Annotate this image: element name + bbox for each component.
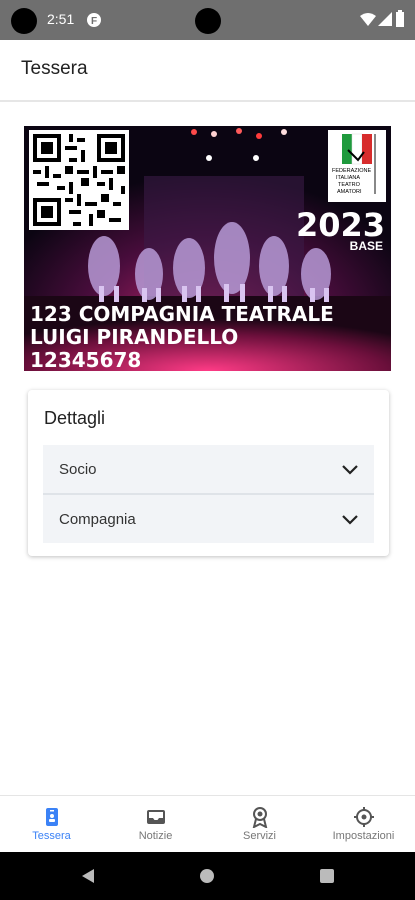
accordion-label: Socio bbox=[59, 461, 97, 478]
home-icon[interactable] bbox=[199, 868, 215, 884]
nav-label: Impostazioni bbox=[332, 830, 395, 842]
details-heading: Dettagli bbox=[44, 408, 106, 428]
badge-icon bbox=[45, 808, 58, 826]
accordion-label: Compagnia bbox=[59, 511, 136, 528]
page-title: Tessera bbox=[21, 58, 88, 79]
gear-icon bbox=[353, 807, 374, 827]
bottom-navigation: Tessera Notizie Servizi Impostazioni bbox=[0, 795, 415, 853]
accordion-compagnia[interactable]: Compagnia bbox=[43, 495, 374, 543]
chevron-down-icon bbox=[342, 465, 358, 475]
svg-text:ITALIANA: ITALIANA bbox=[336, 175, 360, 181]
company-name-line2: LUIGI PIRANDELLO bbox=[30, 325, 239, 349]
signal-icon bbox=[378, 12, 392, 26]
notification-icon: F bbox=[87, 13, 101, 27]
system-navigation-bar bbox=[0, 852, 415, 900]
company-name-line1: 123 COMPAGNIA TEATRALE bbox=[30, 302, 334, 326]
back-icon[interactable] bbox=[80, 868, 96, 884]
member-number: 12345678 bbox=[30, 348, 142, 371]
nav-label: Servizi bbox=[242, 830, 276, 842]
front-camera bbox=[195, 8, 221, 34]
camera-cutout bbox=[11, 8, 37, 34]
svg-text:FEDERAZIONE: FEDERAZIONE bbox=[332, 168, 371, 174]
nav-label: Tessera bbox=[32, 830, 71, 842]
nav-impostazioni[interactable]: Impostazioni bbox=[312, 796, 415, 853]
award-icon bbox=[252, 807, 267, 828]
qr-code bbox=[29, 130, 129, 230]
wifi-icon bbox=[360, 13, 376, 26]
svg-text:TEATRO: TEATRO bbox=[338, 182, 361, 188]
app-bar: Tessera bbox=[0, 40, 415, 102]
fita-logo-icon: FEDERAZIONE ITALIANA TEATRO AMATORI bbox=[332, 133, 376, 195]
accordion-socio[interactable]: Socio bbox=[43, 445, 374, 493]
recents-icon[interactable] bbox=[319, 868, 335, 884]
svg-text:F: F bbox=[91, 16, 97, 27]
chevron-down-icon bbox=[342, 515, 358, 525]
status-bar: 2:51 F bbox=[0, 0, 415, 40]
details-card: Dettagli Socio Compagnia bbox=[28, 390, 389, 556]
membership-card: FEDERAZIONE ITALIANA TEATRO AMATORI 2023… bbox=[24, 126, 391, 371]
nav-servizi[interactable]: Servizi bbox=[208, 796, 311, 853]
inbox-icon bbox=[146, 810, 165, 824]
nav-label: Notizie bbox=[138, 830, 173, 842]
membership-tier: BASE bbox=[349, 239, 383, 253]
nav-notizie[interactable]: Notizie bbox=[104, 796, 207, 853]
svg-text:AMATORI: AMATORI bbox=[337, 189, 362, 195]
battery-icon bbox=[396, 10, 404, 27]
nav-tessera[interactable]: Tessera bbox=[0, 796, 103, 853]
status-time: 2:51 bbox=[47, 11, 75, 27]
federation-logo: FEDERAZIONE ITALIANA TEATRO AMATORI bbox=[328, 130, 386, 202]
